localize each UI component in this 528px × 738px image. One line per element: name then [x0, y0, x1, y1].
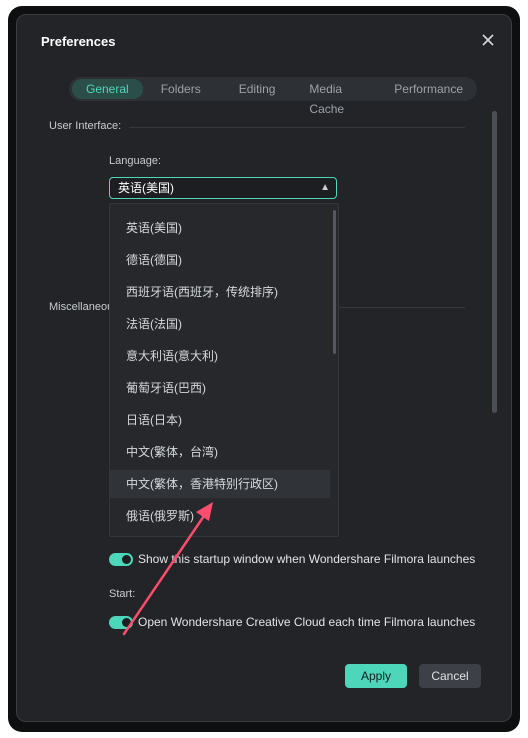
- language-option[interactable]: 意大利语(意大利): [110, 342, 330, 370]
- tab-bar: General Folders Editing Media Cache Perf…: [69, 77, 477, 116]
- language-option[interactable]: 葡萄牙语(巴西): [110, 374, 330, 402]
- tab-media-cache[interactable]: Media Cache: [295, 79, 380, 116]
- preferences-dialog: Preferences General Folders Editing Medi…: [16, 14, 512, 722]
- tab-general[interactable]: General: [72, 79, 143, 99]
- tab-performance[interactable]: Performance: [380, 79, 477, 99]
- main-scrollbar[interactable]: [492, 111, 497, 413]
- start-label: Start:: [109, 588, 136, 600]
- dropdown-scrollbar[interactable]: [333, 210, 336, 354]
- toggle-knob: [122, 555, 131, 564]
- close-icon[interactable]: [479, 31, 497, 49]
- language-option[interactable]: 英语(美国): [110, 214, 330, 242]
- language-option[interactable]: 德语(德国): [110, 246, 330, 274]
- toggle-knob: [122, 618, 131, 627]
- creative-cloud-label: Open Wondershare Creative Cloud each tim…: [138, 615, 476, 629]
- section-divider: [129, 127, 465, 128]
- language-select[interactable]: 英语(美国) ▲: [109, 177, 337, 199]
- creative-cloud-toggle[interactable]: [109, 616, 133, 629]
- language-option[interactable]: 法语(法国): [110, 310, 330, 338]
- language-option-hovered[interactable]: 中文(繁体，香港特别行政区): [110, 470, 330, 498]
- language-dropdown: 英语(美国) 德语(德国) 西班牙语(西班牙，传统排序) 法语(法国) 意大利语…: [109, 203, 339, 537]
- language-option[interactable]: 日语(日本): [110, 406, 330, 434]
- dialog-title: Preferences: [41, 34, 116, 49]
- language-option[interactable]: 西班牙语(西班牙，传统排序): [110, 278, 330, 306]
- apply-button[interactable]: Apply: [345, 664, 407, 688]
- startup-window-label: Show this startup window when Wondershar…: [138, 552, 476, 566]
- language-label: Language:: [109, 155, 161, 167]
- section-miscellaneous: Miscellaneou: [49, 301, 114, 313]
- tab-editing[interactable]: Editing: [225, 79, 290, 99]
- chevron-up-icon: ▲: [320, 182, 330, 193]
- tab-folders[interactable]: Folders: [147, 79, 215, 99]
- startup-window-toggle[interactable]: [109, 553, 133, 566]
- cancel-button[interactable]: Cancel: [419, 664, 481, 688]
- language-option[interactable]: 中文(繁体，台湾): [110, 438, 330, 466]
- section-divider: [339, 307, 465, 308]
- language-option[interactable]: 俄语(俄罗斯): [110, 502, 330, 530]
- section-user-interface: User Interface:: [49, 120, 122, 132]
- language-selected-value: 英语(美国): [118, 181, 174, 195]
